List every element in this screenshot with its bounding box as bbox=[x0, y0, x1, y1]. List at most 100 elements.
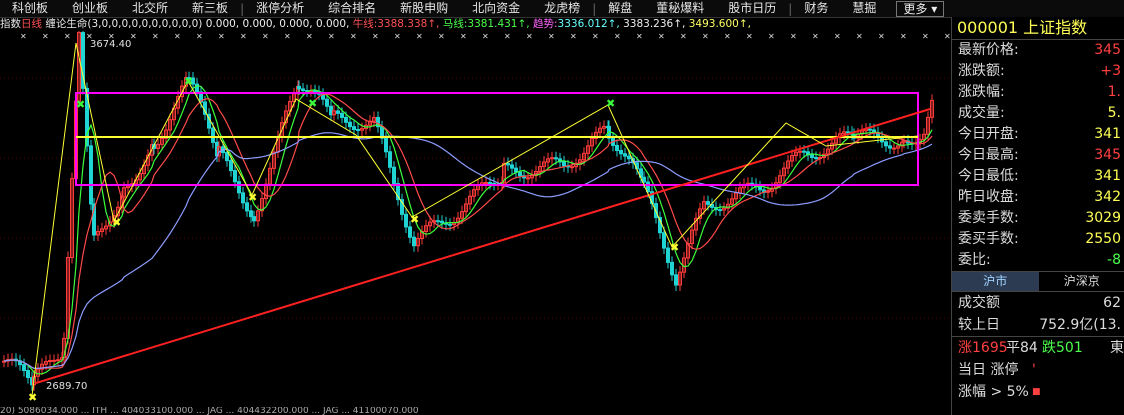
top-tab[interactable]: 解盘 bbox=[596, 0, 644, 17]
candle-body bbox=[718, 209, 722, 212]
quote-value: -8 bbox=[1107, 252, 1121, 268]
marker-dot: ✕ bbox=[856, 32, 863, 41]
top-tab-bar: 科创板 创业板 北交所 新三板 | 涨停分析 综合排名 新股申购 北向资金 龙虎榜 | 解盘 董秘爆料股… bbox=[0, 0, 1124, 18]
quote-row: 成交量: 5. bbox=[952, 103, 1124, 124]
rise-label: 涨幅 > 5% bbox=[958, 384, 1029, 400]
turnover-row: 成交额 62 bbox=[952, 292, 1124, 314]
top-tab[interactable]: 慧掘 bbox=[840, 0, 888, 17]
marker-dot: ✕ bbox=[174, 32, 181, 41]
candle-body bbox=[888, 145, 892, 149]
top-tab[interactable]: 涨停分析 bbox=[244, 0, 316, 17]
more-button[interactable]: 更多 ▾ bbox=[896, 0, 945, 17]
top-tab[interactable]: 董秘爆料 bbox=[644, 0, 716, 17]
down-count: 跌501 bbox=[1042, 340, 1083, 356]
candle-body bbox=[336, 110, 340, 114]
breadth-row: 涨1695 平84 跌501 東 bbox=[952, 337, 1124, 359]
rise-row: 涨幅 > 5% ■ bbox=[952, 381, 1124, 403]
top-tab[interactable]: 新股申购 bbox=[388, 0, 460, 17]
candle-body bbox=[514, 167, 518, 173]
quote-label: 涨跌幅: bbox=[958, 84, 1005, 100]
limit-up-mark: ' bbox=[1032, 362, 1036, 378]
trend-value: 3336.012↑, bbox=[557, 18, 620, 30]
candle-body bbox=[245, 202, 249, 212]
quote-value: +3 bbox=[1100, 63, 1121, 79]
candle-body bbox=[384, 137, 388, 153]
candle-body bbox=[237, 181, 241, 194]
quote-panel: 000001 上证指数 最新价格: 345 涨跌额: +3 涨跌幅: 1. 成交量: 5. 今日… bbox=[951, 17, 1124, 415]
candle-body bbox=[22, 364, 26, 372]
indicator-header: 指数日线 缠论生命(3,0,0,0,0,0,0,0,0,0,0) 0.000, … bbox=[0, 17, 950, 31]
indicator-values: 0.000, 0.000, 0.000, 0.000, bbox=[205, 18, 350, 30]
marker-dot: ✕ bbox=[460, 32, 467, 41]
marker-dot: ✕ bbox=[262, 32, 269, 41]
quote-value: 5. bbox=[1107, 105, 1121, 121]
top-tab[interactable]: 股市日历 bbox=[716, 0, 788, 17]
marker-dot: ✕ bbox=[878, 32, 885, 41]
marker-dot: ✕ bbox=[438, 32, 445, 41]
candle-body bbox=[252, 216, 256, 222]
candle-body bbox=[392, 166, 396, 185]
chart-grid: ✕ ✕ ✕ ✕ ✕ ✕ ✕ ✕ ✕ ✕ ✕ ✕ ✕ ✕ ✕ ✕ ✕ ✕ ✕ ✕ ✕ ✕ ✕ ✕ ✕ ✕ ✕ ✕ ✕ ✕ ✕ ✕ ✕ ✕ ✕ ✕ ✕ ✕ ✕ ✕… bbox=[0, 32, 950, 319]
candle-body bbox=[506, 162, 510, 166]
quote-label: 委卖手数: bbox=[958, 210, 1019, 226]
trough-marker: ✖ bbox=[410, 213, 419, 226]
marker-dot: ✕ bbox=[416, 32, 423, 41]
peak-marker: ✖ bbox=[606, 97, 615, 110]
limit-up-label: 当日 涨停 bbox=[958, 362, 1019, 378]
candles bbox=[2, 31, 934, 391]
candle-body bbox=[56, 359, 60, 362]
top-tab[interactable]: 科创板 bbox=[0, 0, 60, 17]
quote-row: 涨跌幅: 1. bbox=[952, 82, 1124, 103]
candle-body bbox=[662, 232, 666, 249]
candle-body bbox=[249, 210, 253, 218]
quote-value: 3029 bbox=[1085, 210, 1121, 226]
peak-marker: ✖ bbox=[76, 98, 85, 111]
top-tab[interactable]: 综合排名 bbox=[316, 0, 388, 17]
ma-line-green bbox=[3, 85, 933, 375]
quote-value: 342 bbox=[1094, 189, 1121, 205]
marker-dot: ✕ bbox=[284, 32, 291, 41]
quote-label: 成交量: bbox=[958, 105, 1005, 121]
horse-value: 3381.431↑, bbox=[467, 18, 530, 30]
candle-body bbox=[868, 128, 872, 131]
top-tab[interactable]: 新三板 bbox=[180, 0, 240, 17]
bull-value: 3388.338↑, bbox=[377, 18, 440, 30]
horse-label: 马线: bbox=[442, 18, 468, 30]
candle-body bbox=[562, 161, 566, 167]
candle-body bbox=[408, 226, 412, 238]
peak-marker: ✖ bbox=[184, 75, 193, 88]
quote-value: 345 bbox=[1094, 147, 1121, 163]
quote-title: 000001 上证指数 bbox=[952, 17, 1124, 40]
candle-body bbox=[615, 144, 619, 151]
marker-dot: ✕ bbox=[680, 32, 687, 41]
period-label[interactable]: 日线 bbox=[21, 18, 42, 30]
limit-up-row: 当日 涨停 ' bbox=[952, 359, 1124, 381]
overlay-annotations: ✖ ✖ ✖ ✖ ✖ ✖ ✖ ✖ ✖ bbox=[28, 42, 931, 404]
candle-body bbox=[810, 154, 814, 158]
candle-body bbox=[241, 192, 245, 204]
candle-body bbox=[52, 359, 56, 362]
quote-row: 委买手数: 2550 bbox=[952, 229, 1124, 250]
candle-body bbox=[627, 155, 631, 160]
candle-body bbox=[48, 360, 52, 363]
rise-mark: ■ bbox=[1032, 387, 1041, 397]
candle-body bbox=[352, 126, 356, 130]
quote-label: 今日最低: bbox=[958, 168, 1019, 184]
top-tab[interactable]: 创业板 bbox=[60, 0, 120, 17]
marker-dot: ✕ bbox=[614, 32, 621, 41]
tab-sh-market[interactable]: 沪市 bbox=[952, 272, 1039, 291]
trough-marker: ✖ bbox=[670, 241, 679, 254]
marker-dot: ✕ bbox=[526, 32, 533, 41]
turnover-value: 62 bbox=[1103, 295, 1121, 311]
top-tab[interactable]: 北交所 bbox=[120, 0, 180, 17]
quote-row: 委比: -8 bbox=[952, 250, 1124, 271]
marker-dot: ✕ bbox=[42, 32, 49, 41]
tab-all-market[interactable]: 沪深京 bbox=[1039, 272, 1124, 291]
top-tab[interactable]: 财务 bbox=[792, 0, 840, 17]
top-tab[interactable]: 龙虎榜 bbox=[532, 0, 592, 17]
indicator-name[interactable]: 缠论生命(3,0,0,0,0,0,0,0,0,0,0) bbox=[45, 18, 202, 30]
candle-body bbox=[313, 90, 317, 93]
candle-body bbox=[884, 141, 888, 147]
top-tab[interactable]: 北向资金 bbox=[460, 0, 532, 17]
candlestick-chart[interactable]: ✕ ✕ ✕ ✕ ✕ ✕ ✕ ✕ ✕ ✕ ✕ ✕ ✕ ✕ ✕ ✕ ✕ ✕ ✕ ✕ ✕ ✕ ✕ ✕ ✕ ✕ ✕ ✕ ✕ ✕ ✕ ✕ ✕ ✕ ✕ ✕ ✕ ✕ ✕ ✕… bbox=[0, 31, 950, 407]
